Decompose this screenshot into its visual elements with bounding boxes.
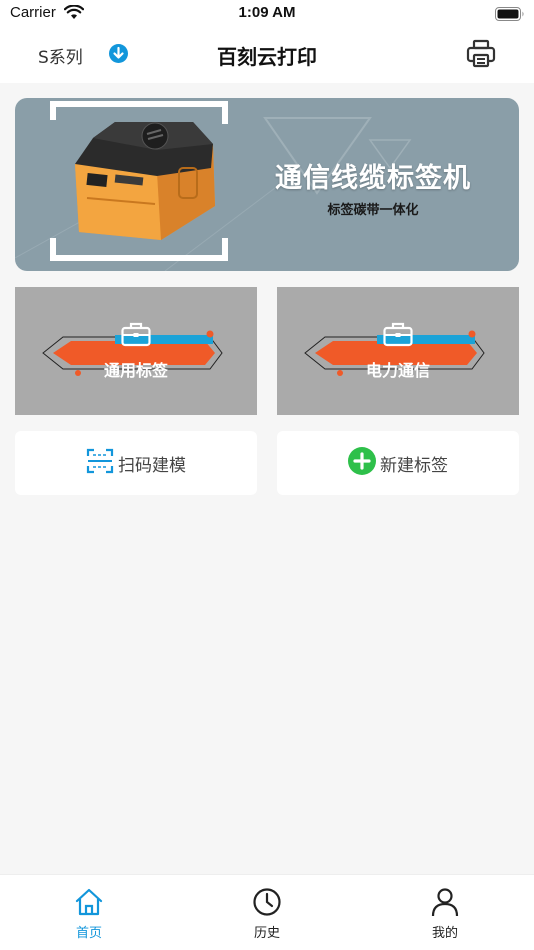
status-time: 1:09 AM	[238, 4, 296, 21]
clock-icon	[252, 887, 282, 921]
tab-label: 首页	[75, 926, 102, 941]
category-card-power-comm[interactable]: 电力通信	[277, 287, 519, 415]
new-label-button[interactable]: 新建标签	[277, 431, 519, 495]
tab-label: 历史	[253, 926, 280, 941]
label-printer-image	[75, 122, 215, 240]
banner-title: 通信线缆标签机	[275, 163, 471, 194]
printer-button[interactable]	[466, 39, 496, 73]
tab-profile[interactable]: 我的	[405, 887, 485, 941]
scan-icon	[86, 448, 114, 478]
category-label: 电力通信	[365, 361, 430, 380]
tab-label: 我的	[431, 926, 458, 941]
tab-home[interactable]: 首页	[49, 887, 129, 941]
add-circle-icon	[348, 447, 376, 479]
user-icon	[430, 887, 460, 921]
battery-icon	[495, 6, 525, 25]
status-bar: Carrier 1:09 AM	[0, 0, 534, 28]
nav-bar: S系列 百刻云打印	[0, 28, 534, 83]
briefcase-icon	[383, 321, 413, 351]
home-icon	[74, 887, 104, 921]
category-card-general-label[interactable]: 通用标签	[15, 287, 257, 415]
scan-model-label: 扫码建模	[118, 455, 186, 476]
page-title: 百刻云打印	[217, 45, 317, 69]
category-label: 通用标签	[103, 361, 168, 380]
printer-icon	[466, 39, 496, 73]
scan-model-button[interactable]: 扫码建模	[15, 431, 257, 495]
category-ribbon-art	[304, 330, 485, 376]
tab-bar: 首页 历史 我的	[0, 874, 534, 950]
banner-subtitle: 标签碳带一体化	[327, 203, 419, 218]
category-ribbon-art	[42, 330, 223, 376]
briefcase-icon	[121, 321, 151, 351]
new-label-label: 新建标签	[380, 455, 448, 476]
tab-history[interactable]: 历史	[227, 887, 307, 941]
promo-banner[interactable]: 通信线缆标签机 标签碳带一体化	[15, 98, 519, 271]
